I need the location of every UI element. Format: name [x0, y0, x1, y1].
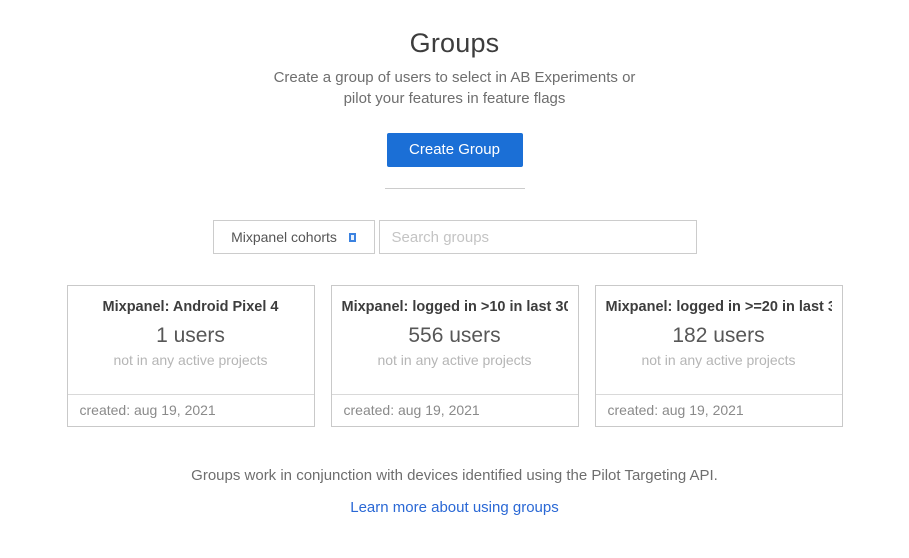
page-title: Groups — [0, 28, 909, 59]
group-cards-row: Mixpanel: Android Pixel 4 1 users not in… — [0, 285, 909, 427]
group-card-body: Mixpanel: logged in >=20 in last 30... 1… — [596, 286, 842, 394]
group-card-body: Mixpanel: Android Pixel 4 1 users not in… — [68, 286, 314, 394]
footer-info-text: Groups work in conjunction with devices … — [0, 467, 909, 484]
group-card[interactable]: Mixpanel: logged in >=20 in last 30... 1… — [595, 285, 843, 427]
group-project-status: not in any active projects — [342, 352, 568, 368]
group-user-count: 182 users — [606, 324, 832, 348]
group-card-body: Mixpanel: logged in >10 in last 30 ... 5… — [332, 286, 578, 394]
group-name: Mixpanel: logged in >10 in last 30 ... — [342, 299, 568, 315]
create-group-button[interactable]: Create Group — [387, 133, 523, 167]
page-header: Groups Create a group of users to select… — [0, 0, 909, 189]
learn-more-link[interactable]: Learn more about using groups — [350, 499, 558, 516]
group-card[interactable]: Mixpanel: logged in >10 in last 30 ... 5… — [331, 285, 579, 427]
group-created-date: created: aug 19, 2021 — [596, 394, 842, 426]
group-created-date: created: aug 19, 2021 — [332, 394, 578, 426]
page-subtitle: Create a group of users to select in AB … — [265, 67, 645, 109]
group-project-status: not in any active projects — [78, 352, 304, 368]
cohort-source-dropdown[interactable]: Mixpanel cohorts — [213, 220, 375, 254]
filter-row: Mixpanel cohorts — [0, 220, 909, 254]
group-user-count: 556 users — [342, 324, 568, 348]
groups-page: Groups Create a group of users to select… — [0, 0, 909, 558]
group-name: Mixpanel: Android Pixel 4 — [78, 299, 304, 315]
search-input[interactable] — [379, 220, 697, 254]
group-created-date: created: aug 19, 2021 — [68, 394, 314, 426]
group-card[interactable]: Mixpanel: Android Pixel 4 1 users not in… — [67, 285, 315, 427]
cohort-dropdown-value: Mixpanel cohorts — [231, 229, 337, 245]
group-user-count: 1 users — [78, 324, 304, 348]
group-project-status: not in any active projects — [606, 352, 832, 368]
group-name: Mixpanel: logged in >=20 in last 30... — [606, 299, 832, 315]
header-divider — [385, 188, 525, 189]
blue-square-outline-icon — [349, 233, 356, 242]
